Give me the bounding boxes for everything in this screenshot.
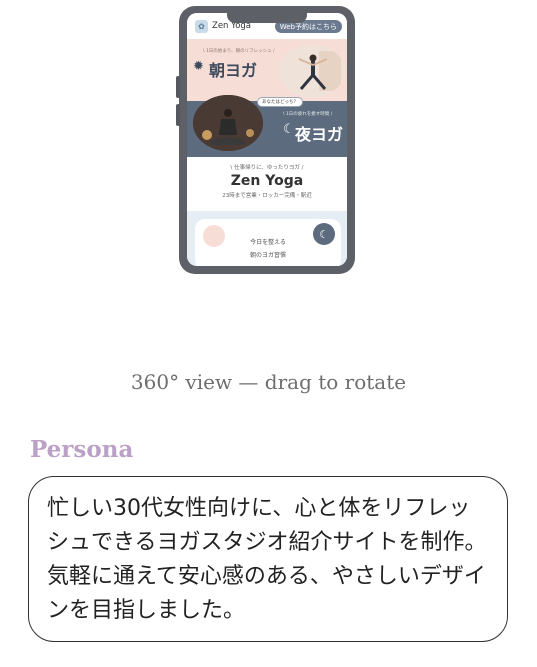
studio-intro: \ 仕事帰りに、ゆったりヨガ / Zen Yoga 23時まで営業・ロッカー完備… bbox=[187, 163, 347, 199]
persona-box: 忙しい30代女性向けに、心と体をリフレッシュできるヨガスタジオ紹介サイトを制作。… bbox=[28, 476, 508, 642]
phone-side-button bbox=[176, 104, 180, 126]
intro-brand-name: Zen Yoga bbox=[230, 173, 304, 189]
night-yoga-title: 夜ヨガ bbox=[295, 125, 344, 144]
intro-hours: 23時まで営業・ロッカー完備・駅近 bbox=[222, 193, 312, 199]
morning-yoga-section: \ 1日の始まり、朝のリフレッシュ / ✹ 朝ヨガ bbox=[187, 39, 347, 101]
night-yoga-section: \ 1日の疲れを癒す時間 / ☾ 夜ヨガ bbox=[187, 95, 347, 157]
feature-card: ☾ 今日を整える 朝のヨガ習慣 bbox=[195, 219, 341, 266]
moon-icon: ☾ bbox=[283, 122, 295, 137]
morning-tagline: \ 1日の始まり、朝のリフレッシュ / bbox=[203, 49, 275, 54]
phone-screen: ✿ Zen Yoga Web予約はこちら \ 1日の始まり、朝のリフレッシュ /… bbox=[187, 13, 347, 266]
lotus-icon: ✿ bbox=[195, 19, 208, 33]
sun-icon: ✹ bbox=[193, 59, 204, 74]
intro-tagline: \ 仕事帰りに、ゆったりヨガ / bbox=[230, 165, 304, 171]
phone-notch bbox=[227, 13, 307, 23]
phone-side-button bbox=[176, 76, 180, 98]
morning-yoga-photo bbox=[279, 45, 345, 97]
phone-360-viewer[interactable]: ✿ Zen Yoga Web予約はこちら \ 1日の始まり、朝のリフレッシュ /… bbox=[176, 6, 355, 274]
persona-heading: Persona bbox=[30, 436, 134, 463]
persona-text: 忙しい30代女性向けに、心と体をリフレッシュできるヨガスタジオ紹介サイトを制作。… bbox=[47, 496, 487, 623]
night-tagline: \ 1日の疲れを癒す時間 / bbox=[283, 112, 333, 117]
which-one-chip: あなたはどっち？ bbox=[257, 97, 303, 107]
night-yoga-photo bbox=[193, 95, 263, 151]
viewer-caption: 360° view — drag to rotate bbox=[130, 370, 407, 394]
card-line-1: 今日を整える bbox=[250, 239, 286, 246]
feature-band: ☾ 今日を整える 朝のヨガ習慣 bbox=[187, 211, 347, 266]
morning-yoga-title: 朝ヨガ bbox=[209, 61, 258, 80]
card-line-2: 朝のヨガ習慣 bbox=[249, 252, 286, 259]
